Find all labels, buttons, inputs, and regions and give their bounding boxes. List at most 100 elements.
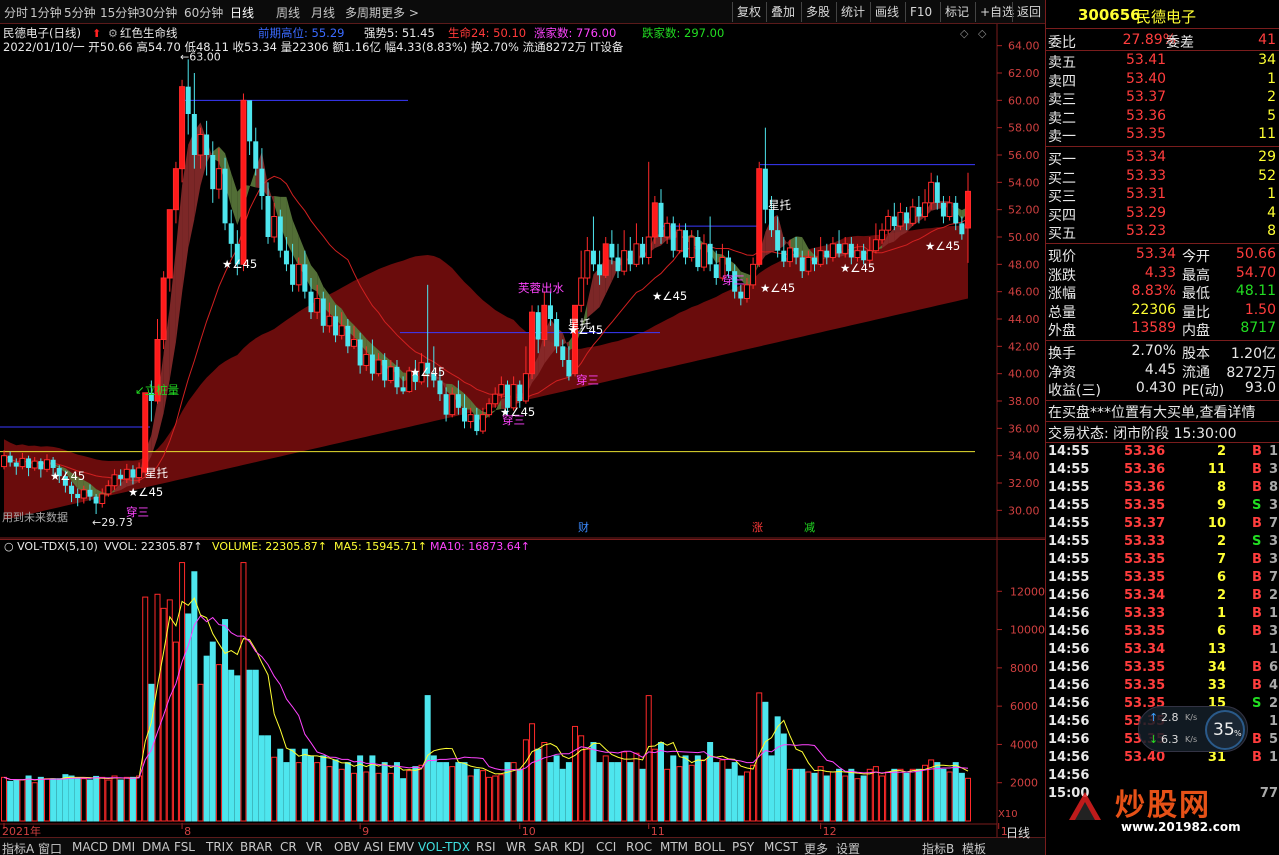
period-2[interactable]: 5分钟 bbox=[64, 4, 96, 21]
candle[interactable] bbox=[670, 216, 676, 258]
candle[interactable] bbox=[645, 161, 652, 265]
candle[interactable] bbox=[700, 234, 707, 272]
tool-6[interactable]: 标记 bbox=[940, 2, 973, 22]
indicator-tab-21[interactable]: BOLL bbox=[694, 840, 725, 854]
indicator-tab-18[interactable]: CCI bbox=[596, 840, 616, 854]
candle[interactable] bbox=[179, 79, 186, 183]
indicator-tab-27[interactable]: 模板 bbox=[962, 840, 986, 855]
indicator-tab-22[interactable]: PSY bbox=[732, 840, 754, 854]
period-10[interactable]: 更多 > bbox=[381, 4, 419, 21]
tool-8[interactable]: 返回 bbox=[1012, 2, 1045, 22]
candle[interactable] bbox=[891, 202, 897, 231]
candle[interactable] bbox=[609, 230, 615, 265]
indicator-tab-17[interactable]: KDJ bbox=[564, 840, 585, 854]
candle[interactable] bbox=[277, 209, 283, 258]
indicator-tab-5[interactable]: FSL bbox=[174, 840, 195, 854]
candle[interactable] bbox=[590, 216, 596, 272]
indicator-tab-16[interactable]: SAR bbox=[534, 840, 558, 854]
indicator-tab-4[interactable]: DMA bbox=[142, 840, 170, 854]
event-marker[interactable]: 涨 bbox=[752, 521, 763, 534]
candle[interactable] bbox=[621, 230, 628, 276]
candle[interactable] bbox=[688, 230, 695, 262]
ask-row[interactable]: 卖三 53.37 2 bbox=[1046, 89, 1279, 108]
candle[interactable] bbox=[584, 237, 591, 285]
bid-row[interactable]: 买二 53.33 52 bbox=[1046, 168, 1279, 187]
candle[interactable] bbox=[185, 59, 191, 135]
candle[interactable] bbox=[627, 237, 633, 272]
candle[interactable] bbox=[602, 237, 609, 278]
candle[interactable] bbox=[517, 380, 523, 408]
candle[interactable] bbox=[707, 216, 713, 272]
candle[interactable] bbox=[172, 161, 179, 224]
candle[interactable] bbox=[651, 196, 658, 244]
candle[interactable] bbox=[541, 291, 548, 347]
indicator-tab-6[interactable]: TRIX bbox=[206, 840, 233, 854]
candle[interactable] bbox=[93, 493, 99, 515]
tool-0[interactable]: 复权 bbox=[732, 2, 765, 22]
candle[interactable] bbox=[547, 291, 553, 326]
indicator-tab-10[interactable]: OBV bbox=[334, 840, 360, 854]
volume-chart[interactable]: 2000 4000 6000 8000 10000 12000 X10 ○ VOL-TDX(5… bbox=[0, 539, 1045, 837]
indicator-tab-11[interactable]: ASI bbox=[364, 840, 383, 854]
candle[interactable] bbox=[247, 100, 253, 155]
tool-3[interactable]: 统计 bbox=[836, 2, 869, 22]
candle[interactable] bbox=[750, 257, 757, 289]
candle[interactable] bbox=[953, 196, 959, 231]
candle[interactable] bbox=[817, 237, 824, 268]
indicator-tab-23[interactable]: MCST bbox=[764, 840, 798, 854]
indicator-tab-19[interactable]: ROC bbox=[626, 840, 652, 854]
ask-row[interactable]: 卖二 53.36 5 bbox=[1046, 108, 1279, 127]
tool-4[interactable]: 画线 bbox=[870, 2, 903, 22]
candle[interactable] bbox=[640, 237, 646, 265]
indicator-tab-24[interactable]: 更多 bbox=[804, 840, 828, 855]
indicator-tab-20[interactable]: MTM bbox=[660, 840, 688, 854]
candle[interactable] bbox=[572, 304, 579, 377]
period-5[interactable]: 60分钟 bbox=[184, 4, 223, 21]
period-0[interactable]: 分时 bbox=[4, 4, 28, 21]
period-1[interactable]: 1分钟 bbox=[30, 4, 62, 21]
candle[interactable] bbox=[695, 230, 701, 272]
period-8[interactable]: 月线 bbox=[311, 4, 335, 21]
memory-gauge[interactable]: 35 % bbox=[1205, 710, 1245, 750]
tool-1[interactable]: 叠加 bbox=[766, 2, 799, 22]
period-6[interactable]: 日线 bbox=[230, 4, 254, 21]
indicator-tab-8[interactable]: CR bbox=[280, 840, 297, 854]
indicator-tab-3[interactable]: DMI bbox=[112, 840, 135, 854]
candle[interactable] bbox=[829, 237, 836, 262]
candle[interactable] bbox=[885, 209, 892, 235]
candlestick-chart[interactable]: 30.00 32.00 34.00 36.00 38.00 40.00 42.00 44.00… bbox=[0, 24, 1045, 539]
restore-icon[interactable]: ◇ bbox=[978, 27, 987, 40]
event-marker[interactable]: 财 bbox=[578, 520, 589, 534]
period-7[interactable]: 周线 bbox=[276, 4, 300, 21]
candle[interactable] bbox=[191, 73, 197, 169]
indicator-tab-9[interactable]: VR bbox=[306, 840, 323, 854]
candle[interactable] bbox=[240, 93, 247, 272]
big-order-notice[interactable]: 在买盘***位置有大买单,查看详情 bbox=[1046, 402, 1279, 421]
indicator-tab-14[interactable]: RSI bbox=[476, 840, 496, 854]
candle[interactable] bbox=[836, 230, 842, 258]
candle[interactable] bbox=[529, 305, 536, 380]
indicator-tab-13[interactable]: VOL-TDX bbox=[418, 840, 470, 854]
event-marker[interactable]: 减 bbox=[804, 521, 815, 534]
candle[interactable] bbox=[756, 161, 763, 268]
bid-row[interactable]: 买四 53.29 4 bbox=[1046, 205, 1279, 224]
bid-row[interactable]: 买一 53.34 29 bbox=[1046, 149, 1279, 168]
candle[interactable] bbox=[160, 271, 167, 350]
indicator-tab-12[interactable]: EMV bbox=[388, 840, 414, 854]
tool-2[interactable]: 多股 bbox=[801, 2, 834, 22]
candle[interactable] bbox=[946, 196, 953, 221]
period-3[interactable]: 15分钟 bbox=[100, 4, 139, 21]
indicator-tab-25[interactable]: 设置 bbox=[836, 840, 860, 855]
candle[interactable] bbox=[166, 209, 173, 292]
candle[interactable] bbox=[142, 392, 149, 477]
candle[interactable] bbox=[253, 127, 259, 176]
bid-row[interactable]: 买三 53.31 1 bbox=[1046, 186, 1279, 205]
candle[interactable] bbox=[940, 196, 946, 224]
indicator-tab-7[interactable]: BRAR bbox=[240, 840, 273, 854]
indicator-tab-26[interactable]: 指标B bbox=[922, 840, 954, 855]
diamond-icon[interactable]: ◇ bbox=[960, 27, 969, 40]
candle[interactable] bbox=[658, 189, 664, 244]
ask-row[interactable]: 卖五 53.41 34 bbox=[1046, 52, 1279, 71]
candle[interactable] bbox=[909, 198, 916, 227]
ask-row[interactable]: 卖四 53.40 1 bbox=[1046, 71, 1279, 90]
